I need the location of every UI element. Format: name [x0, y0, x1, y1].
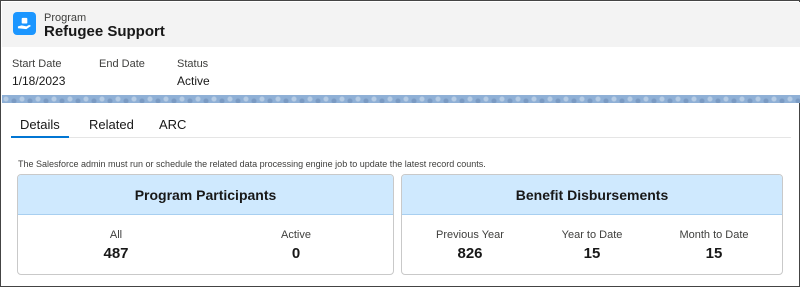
metric-all-label: All — [109, 229, 123, 241]
benefit-disbursements-title: Benefit Disbursements — [402, 175, 782, 215]
metric-month-to-date: Month to Date 15 — [654, 229, 774, 262]
record-count-notice: The Salesforce admin must run or schedul… — [18, 159, 486, 169]
metric-month-to-date-label: Month to Date — [679, 229, 749, 241]
record-title: Refugee Support — [44, 23, 165, 40]
status-value: Active — [177, 74, 210, 88]
program-participants-title: Program Participants — [18, 175, 393, 215]
end-date-label: End Date — [99, 58, 145, 70]
disbursements-metrics: Previous Year 826 Year to Date 15 Month … — [402, 215, 782, 274]
tab-arc[interactable]: ARC — [150, 111, 195, 138]
program-participants-card: Program Participants All 487 Active 0 — [17, 174, 394, 275]
participants-metrics: All 487 Active 0 — [18, 215, 393, 274]
decorative-banner — [2, 95, 800, 103]
metric-year-to-date: Year to Date 15 — [532, 229, 652, 262]
program-icon — [13, 12, 36, 35]
metric-all-value: 487 — [103, 245, 129, 262]
tab-details[interactable]: Details — [11, 111, 69, 138]
metric-all: All 487 — [56, 229, 176, 262]
tab-related[interactable]: Related — [80, 111, 143, 138]
metric-year-to-date-label: Year to Date — [561, 229, 623, 241]
metric-month-to-date-value: 15 — [705, 245, 723, 262]
status-field: Status Active — [177, 58, 210, 88]
metric-previous-year: Previous Year 826 — [410, 229, 530, 262]
metric-active: Active 0 — [236, 229, 356, 262]
start-date-value: 1/18/2023 — [12, 74, 66, 88]
metric-active-label: Active — [281, 229, 311, 241]
record-page: Program Refugee Support Start Date 1/18/… — [0, 0, 800, 287]
start-date-field: Start Date 1/18/2023 — [12, 58, 65, 88]
end-date-field: End Date — [99, 58, 145, 74]
start-date-label: Start Date — [12, 58, 62, 70]
status-label: Status — [177, 58, 209, 70]
metric-active-value: 0 — [291, 245, 301, 262]
metric-previous-year-label: Previous Year — [436, 229, 504, 241]
record-header: Program Refugee Support — [2, 2, 800, 47]
highlights-panel: Start Date 1/18/2023 End Date Status Act… — [2, 47, 800, 95]
metric-previous-year-value: 826 — [457, 245, 483, 262]
record-tabs: Details Related ARC — [11, 111, 791, 138]
benefit-disbursements-card: Benefit Disbursements Previous Year 826 … — [401, 174, 783, 275]
metric-year-to-date-value: 15 — [583, 245, 601, 262]
